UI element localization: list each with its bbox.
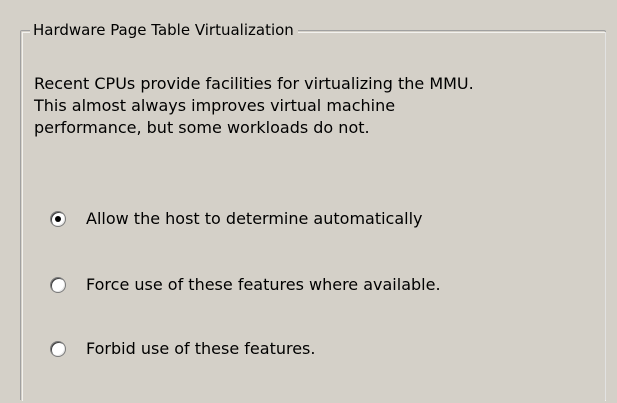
radio-button-force-use[interactable] <box>50 277 66 293</box>
option-label-forbid-use[interactable]: Forbid use of these features. <box>86 337 315 361</box>
option-label-allow-host-determine[interactable]: Allow the host to determine automaticall… <box>86 207 423 231</box>
radio-button-allow-host-determine[interactable] <box>50 211 66 227</box>
option-label-force-use[interactable]: Force use of these features where availa… <box>86 273 441 297</box>
option-force-use[interactable]: Force use of these features where availa… <box>50 273 441 297</box>
description-line-1: Recent CPUs provide facilities for virtu… <box>34 74 474 93</box>
description-line-3: performance, but some workloads do not. <box>34 118 370 137</box>
option-allow-host-determine[interactable]: Allow the host to determine automaticall… <box>50 207 423 231</box>
option-forbid-use[interactable]: Forbid use of these features. <box>50 337 315 361</box>
description-line-2: This almost always improves virtual mach… <box>34 96 396 115</box>
settings-panel: Hardware Page Table Virtualization Recen… <box>0 0 617 403</box>
description: Recent CPUs provide facilities for virtu… <box>34 73 594 139</box>
group-title: Hardware Page Table Virtualization <box>30 20 298 40</box>
radio-button-forbid-use[interactable] <box>50 341 66 357</box>
